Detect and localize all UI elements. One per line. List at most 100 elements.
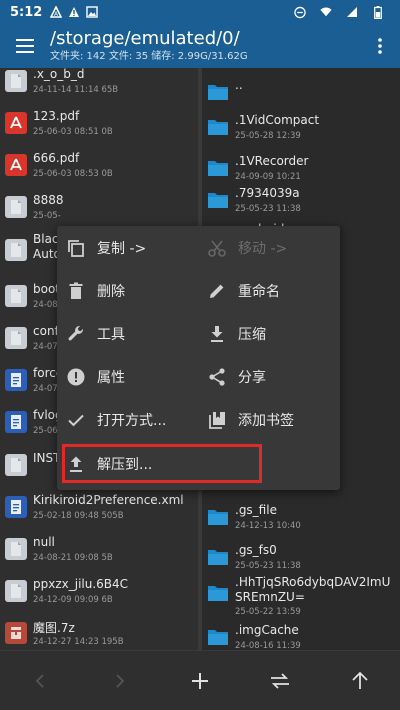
chevron-right-icon[interactable] [80,651,160,710]
folder-icon [207,81,229,103]
check-icon [65,409,87,431]
file-row[interactable]: 魔图.7z 24-12-27 14:23 195B [0,613,198,650]
menu-label-properties: 属性 [97,370,125,386]
cut-icon [206,237,228,259]
menu-item-properties[interactable]: 属性 [57,356,197,398]
file-name: .x_o_b_d [33,68,85,81]
status-bar: 5:12 A [0,0,400,24]
folder-meta: 24-12-13 10:40 [235,521,301,531]
download-icon [206,323,228,345]
file-name: Kirikiroid2Preference.xml [33,493,184,507]
folder-row[interactable]: .gs_file 24-12-13 10:40 [202,497,400,539]
app-bar: /storage/emulated/0/ 文件夹: 142 文件: 35 储存:… [0,24,400,68]
file-name: null [33,535,55,549]
chevron-left-icon[interactable] [0,651,80,710]
folder-icon [207,626,229,648]
file-icon [5,580,27,602]
file-name: 123.pdf [33,109,80,123]
pdf-file-icon [5,112,27,134]
menu-item-rename[interactable]: 重命名 [198,270,338,312]
folder-row[interactable]: .1VidCompact 25-05-28 12:39 [202,107,400,149]
folder-meta: 25-05-28 12:39 [235,131,301,141]
folder-name: .HhTjqSRo6dybqDAV2ImUSREmnZU= [235,575,391,604]
folder-name: .gs_fs0 [235,543,277,557]
file-row[interactable]: 666.pdf 25-06-03 08:53 0B [0,145,198,187]
folder-name: lt [332,437,400,451]
extract-highlight-box [62,444,262,483]
file-name: 8888 [33,193,64,207]
file-icon [5,285,27,307]
file-row[interactable]: .x_o_b_d 24-11-14 11:14 65B [0,68,198,103]
file-meta: 24-11-14 11:14 65B [33,85,119,95]
menu-item-compress[interactable]: 压缩 [198,313,338,355]
text-file-icon [5,411,27,433]
file-meta: 25-05- [33,211,61,221]
folder-icon [207,189,229,211]
file-icon [5,454,27,476]
file-row[interactable]: ppxzx_jilu.6B4C 24-12-09 09:09 6B [0,571,198,613]
bookmark-stack-icon [206,409,228,431]
file-row[interactable]: 123.pdf 25-06-03 08:51 0B [0,103,198,145]
menu-item-tools[interactable]: 工具 [57,313,197,355]
storage-info: 文件夹: 142 文件: 35 储存: 2.99G/31.62G [50,51,248,62]
menu-item-open-with[interactable]: 打开方式... [57,399,197,441]
pdf-file-icon [5,154,27,176]
folder-name: .1VidCompact [235,113,320,127]
more-vert-icon[interactable] [360,24,400,68]
plus-icon[interactable] [160,651,240,710]
folder-icon [207,157,229,179]
file-meta: 25-06-03 08:53 0B [33,169,113,179]
copy-icon [65,237,87,259]
menu-item-delete[interactable]: 删除 [57,270,197,312]
folder-meta: 25-05-23 11:38 [235,561,301,571]
menu-label-move: 移动 -> [238,241,288,257]
folder-icon [207,116,229,138]
menu-label-compress: 压缩 [238,327,266,343]
folder-name: .imgCache [235,623,299,637]
file-row[interactable]: Kirikiroid2Preference.xml 25-02-18 09:48 … [0,487,198,529]
status-time: 5:12 [10,4,43,20]
folder-icon [207,582,229,604]
alert-notification-icon [68,6,80,18]
menu-label-delete: 删除 [97,284,125,300]
folder-name: .1VRecorder [235,154,309,168]
arrow-up-icon[interactable] [320,651,400,710]
menu-label-open-with: 打开方式... [97,413,167,429]
folder-name: .gs_file [235,503,277,517]
file-meta: 24-12-27 14:23 195B [33,637,124,647]
wrench-icon [65,323,87,345]
folder-row[interactable]: .HhTjqSRo6dybqDAV2ImUSREmnZU= 25-05-22 13… [202,573,400,619]
file-row[interactable]: 8888 25-05- [0,187,198,229]
folder-meta: 24-08-16 11:39 [235,641,301,650]
folder-name: .7934039a [235,186,300,200]
file-icon [5,239,27,261]
folder-row[interactable]: .imgCache 24-08-16 11:39 [202,617,400,650]
text-file-icon [5,369,27,391]
file-icon [5,70,27,92]
pencil-icon [206,280,228,302]
folder-name: .. [235,78,243,92]
file-row[interactable]: null 24-08-21 09:08 5B [0,529,198,571]
bottom-toolbar [0,650,400,710]
file-meta: 24-12-09 09:09 6B [33,595,113,605]
path-title-block[interactable]: /storage/emulated/0/ 文件夹: 142 文件: 35 储存:… [50,30,360,62]
archive-file-icon [5,622,27,644]
menu-item-share[interactable]: 分享 [198,356,338,398]
wifi-icon [320,6,332,18]
file-meta: 25-02-18 09:48 505B [33,511,124,521]
info-alert-icon [65,366,87,388]
file-name: 魔图.7z [33,621,75,635]
a-notification-icon: A [50,6,63,18]
menu-label-tools: 工具 [97,327,125,343]
menu-label-rename: 重命名 [238,284,280,300]
file-name: ppxzx_jilu.6B4C [33,577,129,591]
menu-label-share: 分享 [238,370,266,386]
trash-icon [65,280,87,302]
menu-item-move[interactable]: 移动 -> [198,227,338,269]
menu-item-copy[interactable]: 复制 -> [57,227,197,269]
file-icon [5,538,27,560]
menu-item-bookmark[interactable]: 添加书签 [198,399,338,441]
folder-icon [207,546,229,568]
hamburger-icon[interactable] [0,24,50,68]
swap-icon[interactable] [240,651,320,710]
